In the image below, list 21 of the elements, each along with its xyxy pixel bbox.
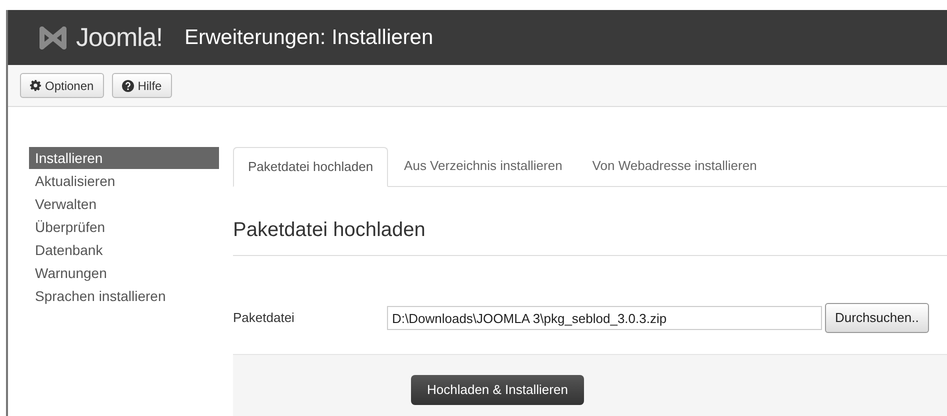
help-icon [122, 80, 134, 92]
tab[interactable]: Von Webadresse installieren [578, 146, 771, 186]
sidebar-item[interactable]: Überprüfen [29, 216, 219, 238]
sidebar-item[interactable]: Installieren [29, 147, 219, 169]
sidebar-item[interactable]: Datenbank [29, 239, 219, 261]
field-label: Paketdatei [233, 309, 296, 328]
upload-install-button[interactable]: Hochladen & Installieren [411, 375, 584, 405]
browse-button[interactable]: Durchsuchen.. [825, 303, 929, 333]
sidebar-item[interactable]: Warnungen [29, 262, 219, 284]
logo-text: Joomla! [76, 21, 162, 54]
gear-icon [30, 80, 41, 91]
sidebar-item[interactable]: Sprachen installieren [29, 285, 219, 307]
file-path-field[interactable]: D:\Downloads\JOOMLA 3\pkg_seblod_3.0.3.zip [387, 306, 822, 330]
tab[interactable]: Aus Verzeichnis installieren [390, 146, 576, 186]
tab[interactable]: Paketdatei hochladen [233, 147, 388, 187]
options-button[interactable]: Optionen [20, 73, 104, 98]
section-heading: Paketdatei hochladen [233, 215, 947, 256]
help-button[interactable]: Hilfe [112, 73, 172, 98]
sidebar-item[interactable]: Verwalten [29, 193, 219, 215]
sidebar-item[interactable]: Aktualisieren [29, 170, 219, 192]
page-title: Erweiterungen: Installieren [184, 24, 434, 51]
